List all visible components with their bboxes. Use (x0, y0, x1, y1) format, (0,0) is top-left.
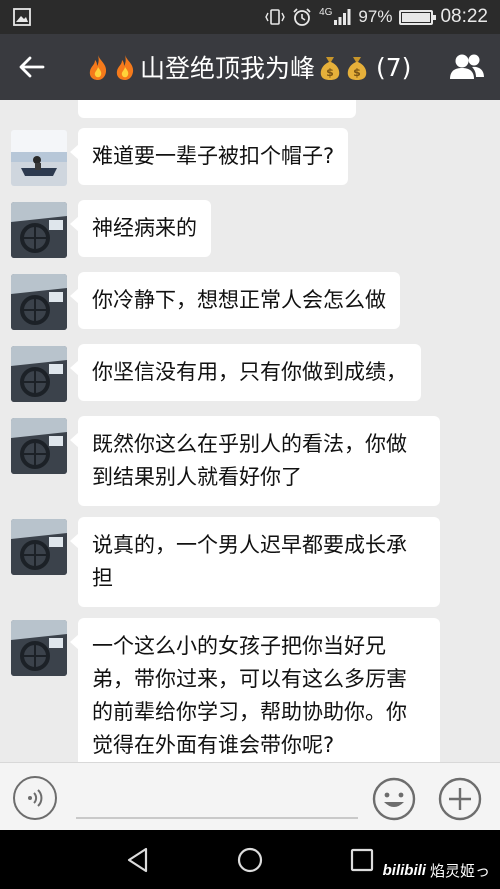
avatar-sea-photo (11, 130, 67, 186)
member-count: (7) (376, 52, 412, 82)
signal-icon (334, 9, 351, 25)
nav-back-icon[interactable] (124, 846, 152, 874)
voice-input-button[interactable] (13, 776, 57, 820)
watermark: bilibili 焰灵姬っ (383, 860, 490, 881)
network-type-label: 4G (319, 6, 333, 18)
bilibili-logo: bilibili (382, 862, 426, 879)
message-bubble[interactable]: 你坚信没有用，只有你做到成绩， (70, 344, 421, 401)
avatar-car-photo (11, 274, 67, 330)
avatar-car-photo (11, 418, 67, 474)
message-text: 你坚信没有用，只有你做到成绩， (92, 360, 407, 384)
avatar-car-photo (11, 620, 67, 676)
alarm-icon (293, 8, 311, 26)
back-arrow-icon[interactable] (16, 51, 48, 83)
image-notification-icon (13, 8, 31, 26)
message-bubble[interactable]: 一个这么小的女孩子把你当好兄弟，带你过来，可以有这么多厉害的前辈给你学习，帮助协… (70, 618, 440, 762)
message-text: 一个这么小的女孩子把你当好兄弟，带你过来，可以有这么多厉害的前辈给你学习，帮助协… (92, 634, 407, 757)
group-members-icon[interactable] (448, 51, 486, 83)
battery-icon (399, 9, 437, 25)
message-bubble[interactable]: 难道要一辈子被扣个帽子? (69, 128, 349, 185)
previous-message-bubble (78, 100, 356, 118)
message-bubble[interactable]: 说真的，一个男人迟早都要成长承担 (70, 517, 440, 607)
money-bag-icon: $ (320, 57, 340, 80)
message-bubble[interactable]: 你冷静下，想想正常人会怎么做 (70, 272, 400, 329)
message-list[interactable]: 难道要一辈子被扣个帽子? 神经病来的 你冷静下，想想正常人会怎么做 你坚信没有用… (0, 100, 500, 762)
nav-home-icon[interactable] (236, 846, 264, 874)
message-text: 说真的，一个男人迟早都要成长承担 (92, 533, 407, 590)
avatar[interactable] (11, 519, 67, 575)
system-navigation-bar: bilibili 焰灵姬っ (0, 830, 500, 889)
fire-icon (116, 55, 134, 80)
svg-text:$: $ (326, 66, 334, 79)
message-text: 既然你这么在乎别人的看法，你做到结果别人就看好你了 (92, 432, 407, 489)
avatar[interactable] (11, 620, 67, 676)
message-text: 你冷静下，想想正常人会怎么做 (92, 288, 386, 312)
composer-bar (0, 762, 500, 830)
avatar-car-photo (11, 519, 67, 575)
more-options-plus-icon[interactable] (437, 776, 483, 822)
emoji-icon[interactable] (371, 776, 417, 822)
vibrate-icon (265, 9, 285, 25)
avatar[interactable] (11, 346, 67, 402)
avatar[interactable] (11, 418, 67, 474)
message-text: 难道要一辈子被扣个帽子? (92, 144, 335, 168)
clock: 08:22 (440, 6, 488, 27)
battery-percent: 97% (358, 7, 393, 26)
fire-icon (89, 55, 107, 80)
message-bubble[interactable]: 既然你这么在乎别人的看法，你做到结果别人就看好你了 (70, 416, 440, 506)
avatar-car-photo (11, 346, 67, 402)
message-input[interactable] (76, 777, 358, 819)
avatar[interactable] (11, 202, 67, 258)
chat-header: 山登绝顶我为峰 $ $ (7) (0, 34, 500, 100)
nav-recent-apps-icon[interactable] (349, 847, 375, 873)
avatar[interactable] (11, 130, 67, 186)
watermark-text: 焰灵姬っ (429, 862, 490, 880)
message-bubble[interactable]: 神经病来的 (70, 200, 211, 257)
voice-icon (28, 789, 43, 807)
chat-title: 山登绝顶我为峰 $ $ (7) (86, 34, 411, 100)
message-text: 神经病来的 (92, 216, 197, 240)
avatar-car-photo (11, 202, 67, 258)
svg-text:$: $ (353, 66, 361, 79)
avatar[interactable] (11, 274, 67, 330)
status-bar: 4G 97% 08:22 (0, 0, 500, 34)
group-name: 山登绝顶我为峰 (140, 54, 316, 83)
battery-level-fill (402, 12, 430, 22)
money-bag-icon: $ (347, 57, 367, 80)
